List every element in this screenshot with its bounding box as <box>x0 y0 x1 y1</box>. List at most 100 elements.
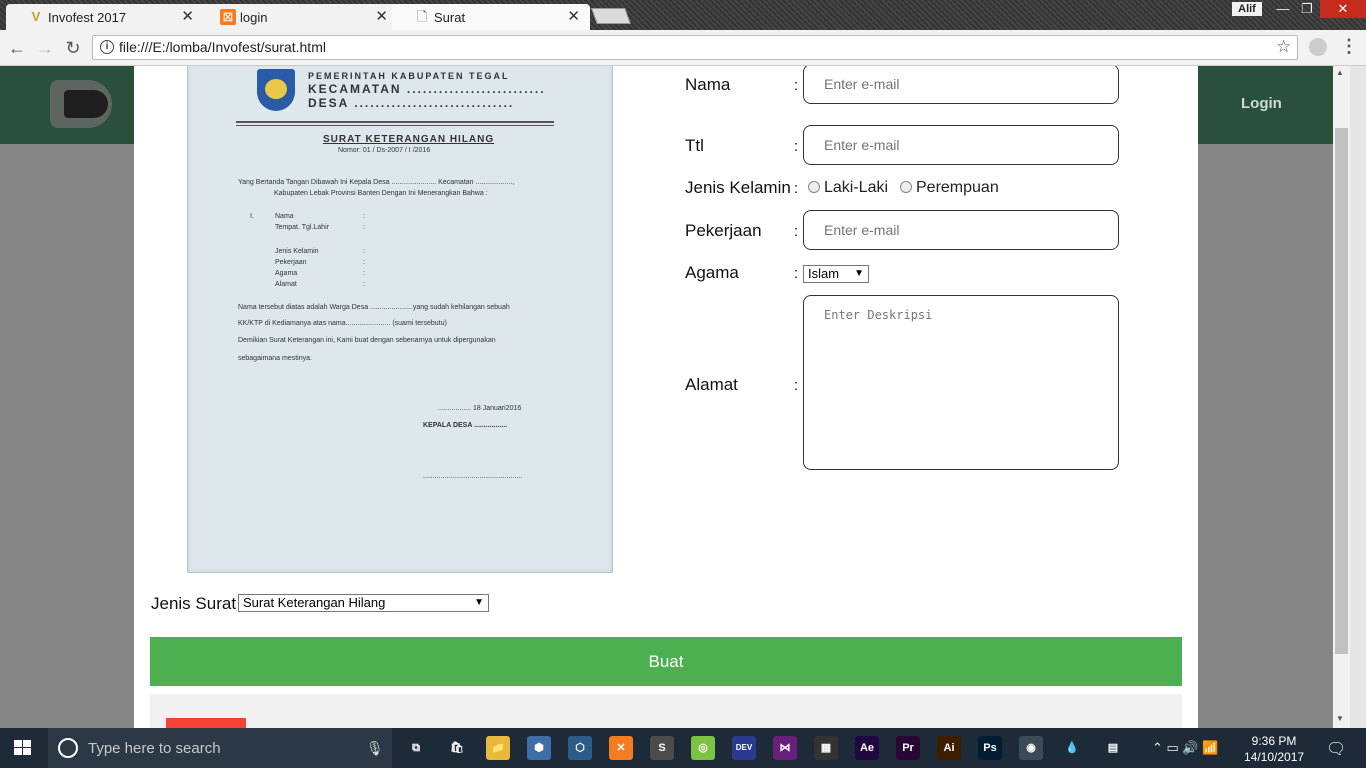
radio-laki-laki[interactable] <box>808 181 820 193</box>
tab-title: Surat <box>434 9 466 25</box>
windows-start-icon[interactable] <box>14 740 32 756</box>
bookmark-star-icon[interactable]: ☆ <box>1276 37 1291 57</box>
tab-login[interactable]: ⊠ login ✕ <box>198 4 398 30</box>
letter-body: Nama tersebut diatas adalah Warga Desa .… <box>238 304 510 311</box>
microphone-icon[interactable]: 🎙 <box>366 740 384 757</box>
crest-emblem <box>265 79 287 99</box>
tab-surat[interactable]: 🗋 Surat ✕ <box>392 4 590 30</box>
3d-box-icon[interactable]: ⬢ <box>527 736 551 760</box>
letter-roman: I. <box>250 213 254 220</box>
back-arrow-icon[interactable]: ← <box>6 37 28 59</box>
url-text[interactable]: file:///E:/lomba/Invofest/surat.html <box>119 39 326 55</box>
jenis-surat-select[interactable]: Surat Keterangan Hilang ▼ <box>238 594 489 612</box>
login-link[interactable]: Login <box>1241 95 1282 112</box>
profile-badge[interactable]: Alif <box>1232 2 1262 16</box>
task-view-icon[interactable]: ⧉ <box>404 736 428 760</box>
illustrator-icon[interactable]: Ai <box>937 736 961 760</box>
after-effects-icon[interactable]: Ae <box>855 736 879 760</box>
scroll-up-icon[interactable]: ▲ <box>1336 68 1344 77</box>
cortana-icon[interactable] <box>58 738 78 758</box>
forward-arrow-icon[interactable]: → <box>34 37 56 59</box>
window-close-icon[interactable]: ✕ <box>1320 0 1366 18</box>
photoshop-icon[interactable]: Ps <box>978 736 1002 760</box>
letter-preview: PEMERINTAH KABUPATEN TEGAL KECAMATAN ...… <box>187 66 613 573</box>
chrome-icon[interactable]: ◉ <box>1019 736 1043 760</box>
dropdown-arrow-icon: ▼ <box>474 597 484 608</box>
surat-form-modal: PEMERINTAH KABUPATEN TEGAL KECAMATAN ...… <box>134 66 1198 728</box>
taskbar-clock[interactable]: 9:36 PM 14/10/2017 <box>1244 733 1304 765</box>
letter-field: Pekerjaan <box>275 259 307 266</box>
clock-date: 14/10/2017 <box>1244 750 1305 764</box>
letter-nomor: Nomor: 01 / Ds-2007 / I /2016 <box>338 147 431 154</box>
tab-title: login <box>240 9 268 25</box>
pekerjaan-label: Pekerjaan <box>685 221 762 240</box>
droplet-icon[interactable]: 💧 <box>1060 736 1084 760</box>
radio-perempuan[interactable] <box>900 181 912 193</box>
close-icon[interactable]: ✕ <box>567 7 580 25</box>
letter-rule <box>236 121 554 123</box>
letter-field: Agama <box>275 270 298 277</box>
app-grid-icon[interactable]: ▤ <box>1101 736 1125 760</box>
letter-colon: : <box>363 281 365 288</box>
colon: : <box>794 223 799 240</box>
dropdown-arrow-icon: ▼ <box>854 268 864 279</box>
colon: : <box>794 265 799 282</box>
virtualbox-icon[interactable]: ⬡ <box>568 736 592 760</box>
scroll-down-icon[interactable]: ▼ <box>1336 714 1344 723</box>
sublime-icon[interactable]: S <box>650 736 674 760</box>
letter-colon: : <box>363 213 365 220</box>
file-explorer-icon[interactable]: 📁 <box>486 736 510 760</box>
taskbar-search-placeholder[interactable]: Type here to search <box>88 740 221 757</box>
letter-body: KK/KTP di Kediamanya atas nama..........… <box>238 320 447 327</box>
radio-perempuan-label[interactable]: Perempuan <box>916 179 999 197</box>
tab-invofest[interactable]: V Invofest 2017 ✕ <box>6 4 204 30</box>
letter-field: Nama <box>275 213 294 220</box>
alamat-textarea[interactable]: Enter Deskripsi <box>803 295 1119 470</box>
red-accent-block <box>166 718 246 728</box>
minimize-icon[interactable]: — <box>1270 0 1296 18</box>
tab-title: Invofest 2017 <box>48 9 127 25</box>
visual-studio-icon[interactable]: ⋈ <box>773 736 797 760</box>
notification-icon[interactable]: 🗨 <box>1326 739 1346 759</box>
invofest-favicon-icon: V <box>31 9 41 24</box>
pekerjaan-input[interactable]: Enter e-mail <box>803 210 1119 250</box>
buat-button[interactable]: Buat <box>150 637 1182 686</box>
store-icon[interactable]: 🛍 <box>445 736 469 760</box>
close-icon[interactable]: ✕ <box>181 7 194 25</box>
colon: : <box>794 77 799 94</box>
radio-laki-laki-label[interactable]: Laki-Laki <box>824 179 888 197</box>
letter-colon: : <box>363 248 365 255</box>
ttl-input[interactable]: Enter e-mail <box>803 125 1119 165</box>
jenis-surat-label: Jenis Surat <box>151 594 237 613</box>
letter-header-3: DESA .............................. <box>308 96 515 110</box>
page-viewport: Login PEMERINTAH KABUPATEN TEGAL KECAMAT… <box>0 66 1333 728</box>
letter-body: sebagaimana mestinya. <box>238 355 312 362</box>
restore-icon[interactable]: ❐ <box>1294 0 1320 18</box>
scrollbar-thumb[interactable] <box>1335 128 1348 654</box>
agama-select[interactable]: Islam ▼ <box>803 265 869 283</box>
premiere-icon[interactable]: Pr <box>896 736 920 760</box>
media-player-icon[interactable]: ▦ <box>814 736 838 760</box>
reload-icon[interactable]: ↻ <box>62 37 84 59</box>
letter-colon: : <box>363 259 365 266</box>
letter-header-1: PEMERINTAH KABUPATEN TEGAL <box>308 71 510 81</box>
close-icon[interactable]: ✕ <box>375 7 388 25</box>
letter-field: Alamat <box>275 281 297 288</box>
menu-dots-icon[interactable]: ⋮ <box>1340 36 1358 57</box>
letter-colon: : <box>363 224 365 231</box>
page-icon: 🗋 <box>416 9 428 24</box>
letter-header-2: KECAMATAN .......................... <box>308 82 546 96</box>
xampp-icon[interactable]: ✕ <box>609 736 633 760</box>
letter-signatory: KEPALA DESA ................. <box>423 422 508 429</box>
system-tray-icons[interactable]: ⌃ ▭ 🔊 📶 <box>1152 740 1218 756</box>
result-panel <box>150 694 1182 728</box>
xampp-favicon-icon: ⊠ <box>220 9 236 25</box>
clock-time: 9:36 PM <box>1251 734 1297 748</box>
android-studio-icon[interactable]: ◎ <box>691 736 715 760</box>
info-icon[interactable]: i <box>100 40 114 54</box>
new-tab-button[interactable] <box>591 8 631 24</box>
dev-cpp-icon[interactable]: DEV <box>732 736 756 760</box>
nama-input[interactable]: Enter e-mail <box>803 66 1119 104</box>
nama-label: Nama <box>685 75 731 94</box>
extension-icon[interactable] <box>1309 38 1327 56</box>
